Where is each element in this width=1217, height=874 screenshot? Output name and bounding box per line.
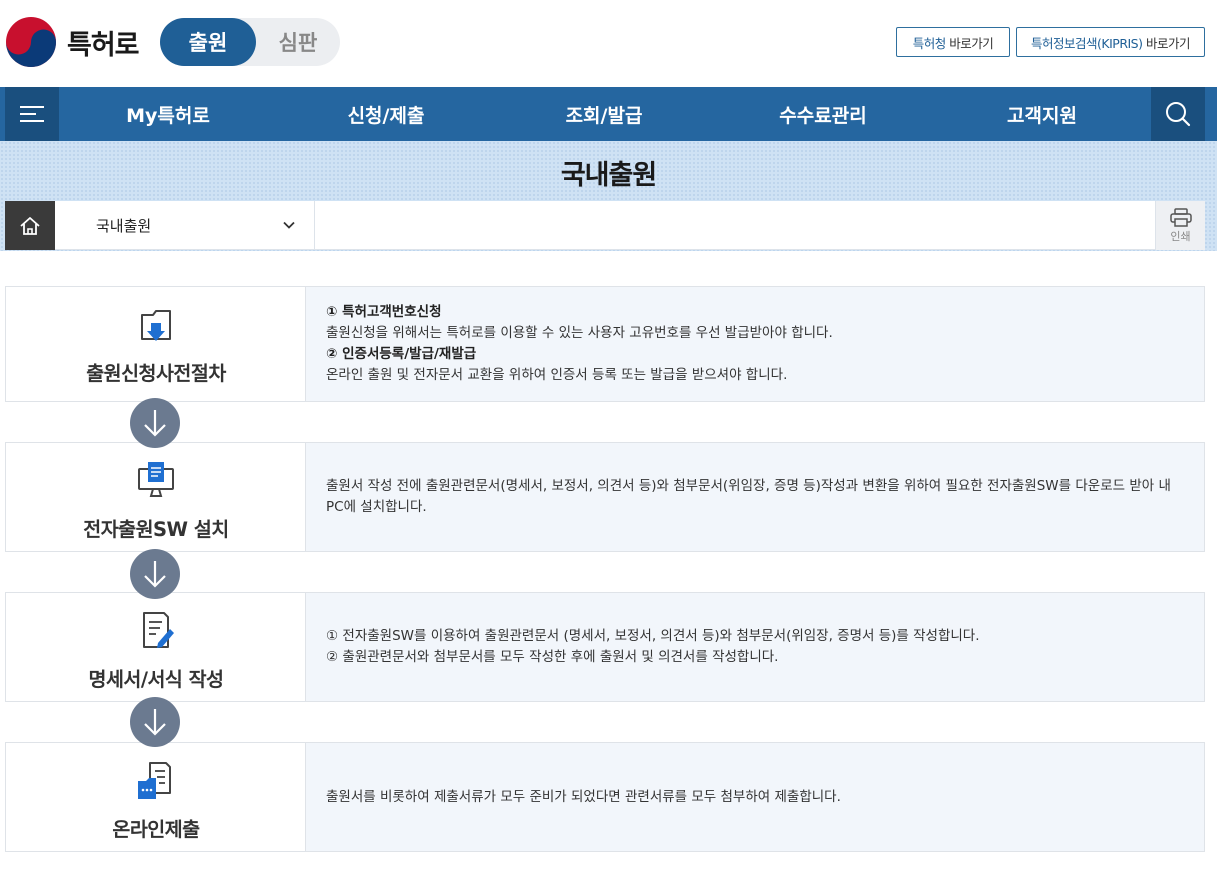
menu-button[interactable]	[5, 87, 59, 141]
mode-toggle[interactable]: 출원 심판	[160, 18, 340, 66]
logo-text: 특허로	[67, 29, 140, 61]
step-online-submit: 온라인제출 출원서를 비롯하여 제출서류가 모두 준비가 되었다면 관련서류를 …	[5, 742, 1205, 852]
kipo-link-highlight: 특허청	[912, 35, 947, 51]
step-line: ① 특허고객번호신청	[326, 304, 442, 320]
main-nav: My특허로 신청/제출 조회/발급 수수료관리 고객지원	[0, 87, 1217, 141]
step-line: 출원신청을 위해서는 특허로를 이용할 수 있는 사용자 고유번호를 우선 발급…	[326, 325, 833, 341]
kipris-link-highlight: 특허정보검색(KIPRIS)	[1031, 35, 1143, 51]
step-description: ① 전자출원SW를 이용하여 출원관련문서 (명세서, 보정서, 의견서 등)와…	[306, 593, 1204, 701]
arrow-down-icon	[144, 561, 166, 588]
nav-item-apply[interactable]: 신청/제출	[277, 87, 495, 141]
nav-item-support[interactable]: 고객지원	[933, 87, 1151, 141]
site-logo[interactable]: 특허로	[5, 16, 140, 68]
kipo-link-rest: 바로가기	[945, 35, 994, 51]
chevron-down-icon	[283, 221, 295, 229]
nav-item-my[interactable]: My특허로	[59, 87, 277, 141]
print-label: 인쇄	[1170, 229, 1191, 243]
folder-submit-icon	[138, 762, 171, 799]
step-title: 온라인제출	[112, 818, 200, 841]
step-description: 출원서를 비롯하여 제출서류가 모두 준비가 되었다면 관련서류를 모두 첨부하…	[306, 743, 1204, 851]
nav-item-inquiry[interactable]: 조회/발급	[495, 87, 713, 141]
step-line: 출원서를 비롯하여 제출서류가 모두 준비가 되었다면 관련서류를 모두 첨부하…	[326, 788, 841, 805]
search-button[interactable]	[1151, 87, 1205, 141]
arrow-down-icon	[144, 709, 166, 736]
kipris-shortcut-link[interactable]: 특허정보검색(KIPRIS) 바로가기	[1016, 27, 1205, 57]
breadcrumb-selected: 국내출원	[96, 217, 152, 235]
search-icon	[1166, 102, 1191, 127]
step-arrow	[130, 549, 180, 599]
breadcrumb-dropdown[interactable]: 국내출원	[55, 201, 315, 250]
step-line: ① 전자출원SW를 이용하여 출원관련문서 (명세서, 보정서, 의견서 등)와…	[326, 628, 980, 644]
step-title: 전자출원SW 설치	[83, 518, 229, 541]
step-title: 출원신청사전절차	[86, 362, 226, 385]
home-icon	[20, 216, 40, 235]
mode-trial-button[interactable]: 심판	[256, 18, 340, 66]
kipris-link-rest: 바로가기	[1142, 35, 1191, 51]
step-sw-install: 전자출원SW 설치 출원서 작성 전에 출원관련문서(명세서, 보정서, 의견서…	[5, 442, 1205, 552]
mode-application-button[interactable]: 출원	[160, 18, 256, 66]
step-header: 전자출원SW 설치	[6, 443, 306, 551]
hamburger-icon	[20, 106, 44, 122]
taegeuk-logo-icon	[6, 17, 56, 67]
site-header: 특허로 출원 심판 특허청 바로가기 특허정보검색(KIPRIS) 바로가기	[0, 0, 1217, 87]
step-description: ① 특허고객번호신청 출원신청을 위해서는 특허로를 이용할 수 있는 사용자 …	[306, 287, 1204, 401]
step-description: 출원서 작성 전에 출원관련문서(명세서, 보정서, 의견서 등)와 첨부문서(…	[306, 443, 1204, 551]
page-title: 국내출원	[560, 160, 657, 191]
step-line: ② 인증서등록/발급/재발급	[326, 346, 477, 362]
step-header: 온라인제출	[6, 743, 306, 851]
step-title: 명세서/서식 작성	[88, 668, 225, 691]
print-button[interactable]: 인쇄	[1155, 201, 1205, 250]
step-pre-procedure: 출원신청사전절차 ① 특허고객번호신청 출원신청을 위해서는 특허로를 이용할 …	[5, 286, 1205, 402]
home-button[interactable]	[5, 201, 55, 250]
kipo-shortcut-link[interactable]: 특허청 바로가기	[896, 27, 1010, 57]
step-arrow	[130, 398, 180, 448]
monitor-document-icon	[138, 462, 174, 497]
document-edit-icon	[143, 612, 174, 648]
step-write-documents: 명세서/서식 작성 ① 전자출원SW를 이용하여 출원관련문서 (명세서, 보정…	[5, 592, 1205, 702]
breadcrumb: 국내출원 인쇄	[5, 201, 1205, 250]
printer-icon	[1169, 207, 1192, 227]
step-header: 명세서/서식 작성	[6, 593, 306, 701]
arrow-down-icon	[144, 410, 166, 437]
step-line: ② 출원관련문서와 첨부문서를 모두 작성한 후에 출원서 및 의견서를 작성합…	[326, 649, 779, 665]
step-line: 출원서 작성 전에 출원관련문서(명세서, 보정서, 의견서 등)와 첨부문서(…	[326, 478, 1171, 515]
step-arrow	[130, 697, 180, 747]
nav-item-fees[interactable]: 수수료관리	[713, 87, 933, 141]
folder-download-icon	[141, 310, 171, 341]
step-header: 출원신청사전절차	[6, 287, 306, 401]
step-line: 온라인 출원 및 전자문서 교환을 위하여 인증서 등록 또는 발급을 받으셔야…	[326, 367, 788, 383]
